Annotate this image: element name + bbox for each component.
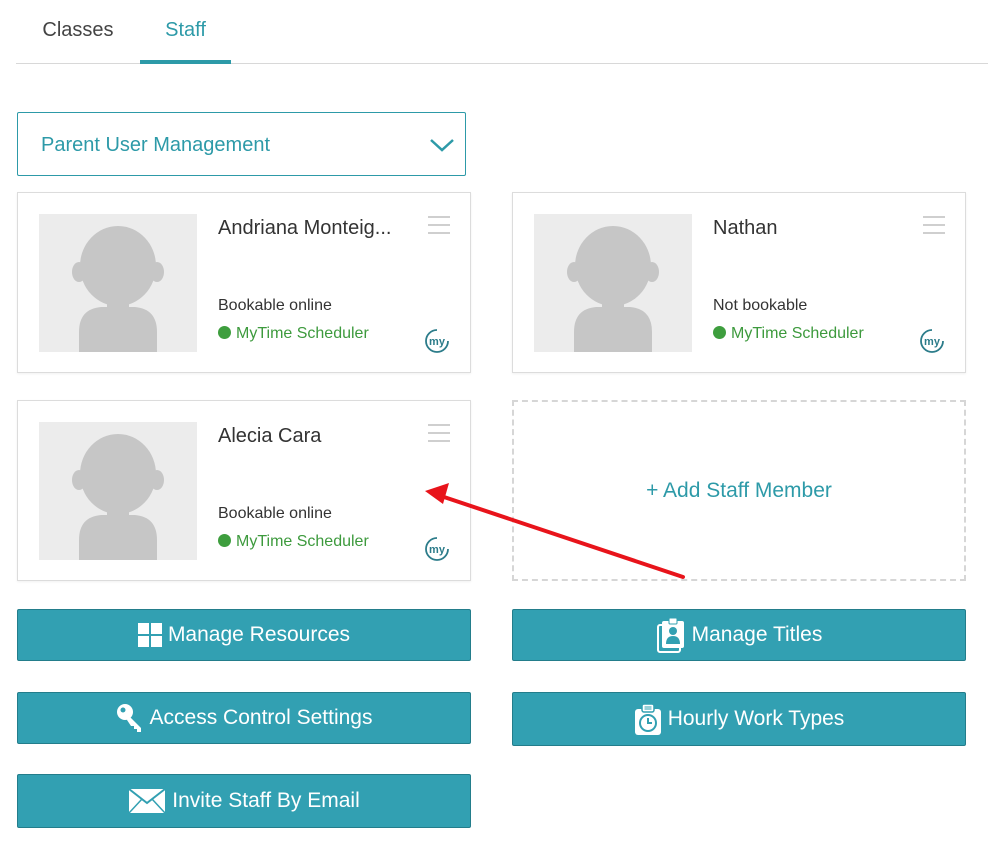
- avatar: [39, 214, 197, 352]
- svg-text:my: my: [429, 544, 446, 556]
- scheduler-status: MyTime Scheduler: [218, 325, 369, 343]
- grid-icon: [137, 623, 162, 647]
- chevron-down-icon: [430, 139, 454, 152]
- staff-name[interactable]: Nathan: [713, 217, 905, 240]
- avatar: [534, 214, 692, 352]
- key-icon: [116, 703, 144, 733]
- dropdown-selected-value: Parent User Management: [41, 134, 271, 156]
- hamburger-icon[interactable]: [428, 423, 450, 443]
- booking-status: Bookable online: [218, 297, 332, 314]
- svg-text:my: my: [924, 336, 941, 348]
- online-dot-icon: [218, 534, 231, 547]
- staff-card[interactable]: Alecia Cara Bookable online MyTime Sched…: [17, 400, 471, 581]
- clock-clipboard-icon: [634, 702, 662, 736]
- tab-bar: Classes Staff: [16, 0, 988, 64]
- tab-classes[interactable]: Classes: [16, 0, 140, 63]
- mytime-logo-icon: my: [920, 329, 944, 353]
- tab-staff[interactable]: Staff: [140, 0, 231, 64]
- manage-titles-button[interactable]: Manage Titles: [512, 609, 966, 661]
- scheduler-status: MyTime Scheduler: [218, 533, 369, 551]
- scheduler-status: MyTime Scheduler: [713, 325, 864, 343]
- person-silhouette-icon: [39, 422, 197, 560]
- hamburger-icon[interactable]: [428, 215, 450, 235]
- online-dot-icon: [713, 326, 726, 339]
- staff-card[interactable]: Andriana Monteig... Bookable online MyTi…: [17, 192, 471, 373]
- invite-staff-by-email-button[interactable]: Invite Staff By Email: [17, 774, 471, 828]
- avatar: [39, 422, 197, 560]
- online-dot-icon: [218, 326, 231, 339]
- id-badge-icon: [656, 617, 686, 653]
- svg-text:my: my: [429, 336, 446, 348]
- staff-name[interactable]: Andriana Monteig...: [218, 217, 410, 240]
- location-dropdown[interactable]: Parent User Management: [17, 112, 466, 176]
- hourly-work-types-button[interactable]: Hourly Work Types: [512, 692, 966, 746]
- booking-status: Bookable online: [218, 505, 332, 522]
- envelope-icon: [128, 788, 166, 814]
- staff-card[interactable]: Nathan Not bookable MyTime Scheduler my: [512, 192, 966, 373]
- hourly-work-types-label: Hourly Work Types: [667, 707, 845, 730]
- staff-name[interactable]: Alecia Cara: [218, 425, 410, 448]
- manage-resources-button[interactable]: Manage Resources: [17, 609, 471, 661]
- invite-staff-label: Invite Staff By Email: [172, 789, 360, 812]
- manage-resources-label: Manage Resources: [167, 623, 351, 646]
- access-control-settings-button[interactable]: Access Control Settings: [17, 692, 471, 744]
- add-staff-member-button[interactable]: + Add Staff Member: [512, 400, 966, 581]
- person-silhouette-icon: [534, 214, 692, 352]
- mytime-logo-icon: my: [425, 537, 449, 561]
- access-control-label: Access Control Settings: [149, 706, 373, 729]
- mytime-logo-icon: my: [425, 329, 449, 353]
- person-silhouette-icon: [39, 214, 197, 352]
- manage-titles-label: Manage Titles: [691, 623, 823, 646]
- booking-status: Not bookable: [713, 297, 808, 314]
- hamburger-icon[interactable]: [923, 215, 945, 235]
